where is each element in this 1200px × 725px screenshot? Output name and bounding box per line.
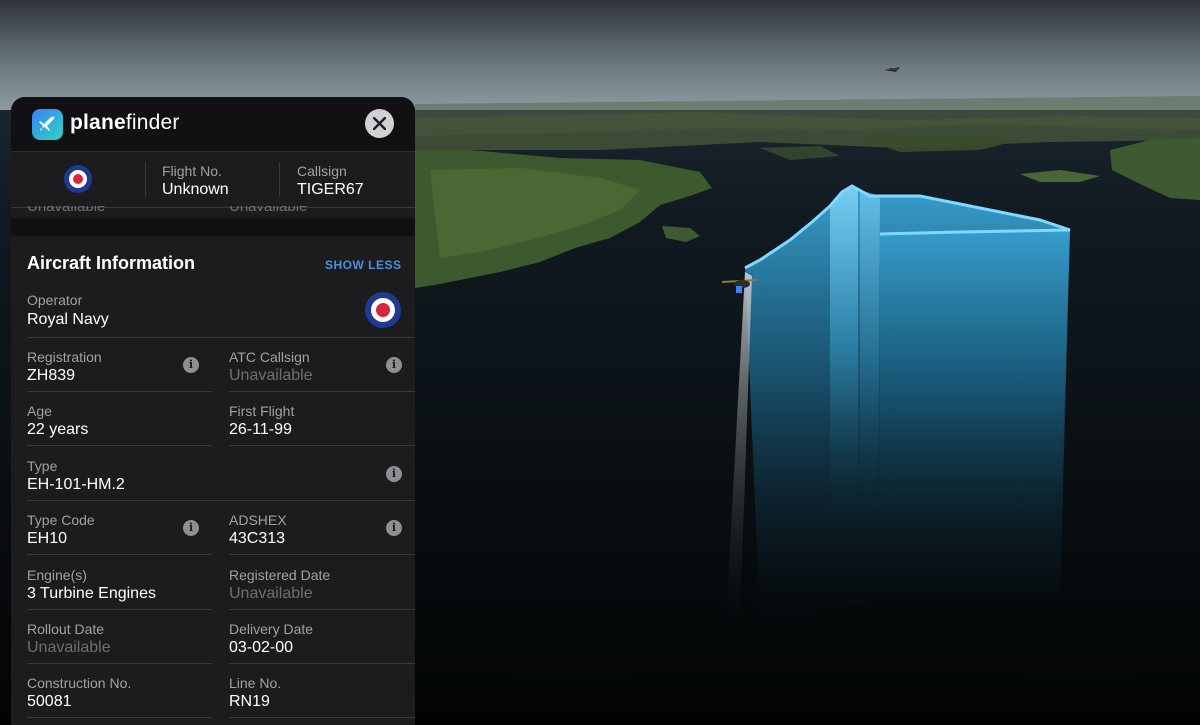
flight-no-label: Flight No. (162, 163, 222, 179)
construction-no-value: 50081 (27, 693, 72, 710)
divider (27, 445, 212, 446)
raf-roundel-icon (365, 292, 401, 328)
adshex-label: ADSHEX (229, 512, 287, 528)
section-title: Aircraft Information (27, 253, 196, 273)
divider (27, 337, 415, 338)
registered-date-value: Unavailable (229, 585, 313, 602)
divider (229, 554, 415, 555)
line-no-value: RN19 (229, 693, 270, 710)
flight-no-value: Unknown (162, 181, 229, 198)
divider (229, 717, 415, 718)
info-icon[interactable]: i (386, 466, 402, 482)
registration-value: ZH839 (27, 367, 76, 384)
type-value: EH-101-HM.2 (27, 476, 125, 493)
callsign-label: Callsign (297, 163, 347, 179)
raf-roundel-icon (64, 165, 92, 193)
aircraft-info-panel: planefinder Flight No. Unknown Callsign … (11, 97, 415, 725)
divider (229, 445, 415, 446)
divider (27, 391, 212, 392)
info-icon[interactable]: i (386, 520, 402, 536)
divider (145, 162, 146, 196)
registered-date-label: Registered Date (229, 567, 331, 583)
divider (27, 717, 212, 718)
planefinder-logo-icon (32, 109, 63, 140)
section-separator (11, 218, 415, 236)
divider (229, 663, 415, 664)
type-label: Type (27, 458, 58, 474)
atc-callsign-label: ATC Callsign (229, 349, 310, 365)
divider (27, 500, 415, 501)
engines-value: 3 Turbine Engines (27, 585, 156, 602)
atc-callsign-value: Unavailable (229, 367, 313, 384)
divider (279, 162, 280, 196)
info-icon[interactable]: i (183, 520, 199, 536)
first-flight-value: 26-11-99 (229, 421, 292, 438)
rollout-date-label: Rollout Date (27, 621, 105, 637)
show-less-button[interactable]: SHOW LESS (325, 258, 402, 272)
type-code-value: EH10 (27, 530, 68, 547)
age-label: Age (27, 403, 52, 419)
scrolled-value-right: Unavailable (229, 206, 308, 215)
line-no-label: Line No. (229, 675, 282, 691)
brand-name: planefinder (70, 111, 180, 134)
registration-label: Registration (27, 349, 102, 365)
divider (229, 391, 415, 392)
delivery-date-value: 03-02-00 (229, 639, 294, 656)
flight-summary-bar: Flight No. Unknown Callsign TIGER67 (11, 152, 415, 206)
divider (27, 609, 212, 610)
engines-label: Engine(s) (27, 567, 87, 583)
delivery-date-label: Delivery Date (229, 621, 314, 637)
rollout-date-value: Unavailable (27, 639, 111, 656)
operator-label: Operator (27, 292, 83, 308)
construction-no-label: Construction No. (27, 675, 132, 691)
panel-header: planefinder (11, 97, 415, 152)
info-icon[interactable]: i (183, 357, 199, 373)
adshex-value: 43C313 (229, 530, 286, 547)
divider (229, 609, 415, 610)
divider (27, 554, 212, 555)
close-icon (373, 117, 386, 130)
type-code-label: Type Code (27, 512, 95, 528)
callsign-value: TIGER67 (297, 181, 364, 198)
info-icon[interactable]: i (386, 357, 402, 373)
flight-track-3d[interactable] (726, 184, 1071, 620)
scrolled-value-left: Unavailable (27, 206, 106, 215)
operator-value: Royal Navy (27, 311, 109, 328)
age-value: 22 years (27, 421, 89, 438)
divider (27, 663, 212, 664)
first-flight-label: First Flight (229, 403, 295, 419)
sky (0, 0, 1200, 110)
close-button[interactable] (365, 109, 394, 138)
